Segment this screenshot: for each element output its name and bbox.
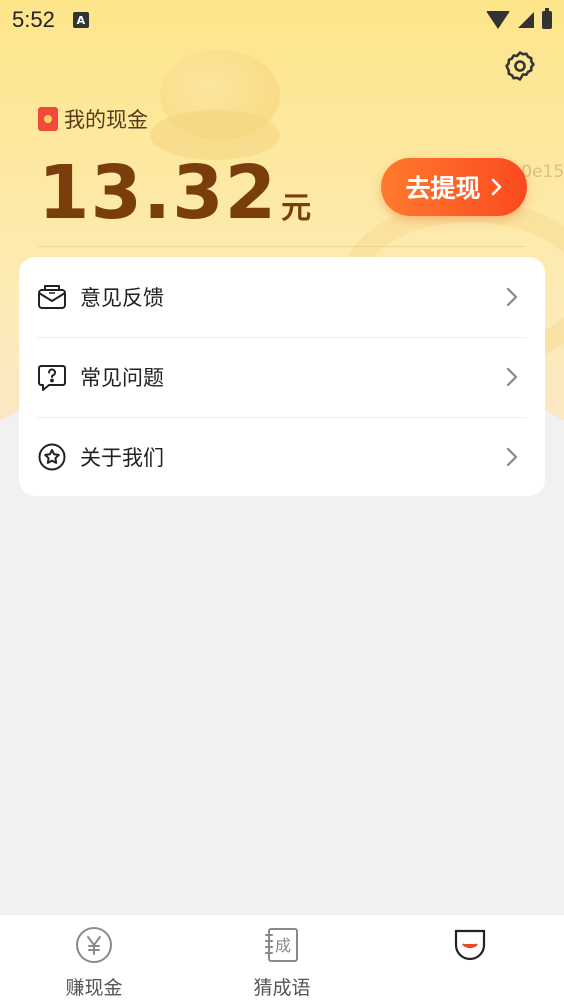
menu-item-faq[interactable]: 常见问题	[19, 337, 545, 417]
notification-icon: A	[72, 12, 89, 28]
cash-amount: 13.32	[38, 150, 278, 236]
idiom-book-icon: 成	[265, 928, 298, 962]
nav-label: 赚现金	[65, 977, 123, 999]
status-bar: 5:52 A	[0, 0, 564, 40]
yen-coin-icon	[76, 927, 112, 963]
gear-icon	[505, 51, 535, 81]
bottom-nav: 赚现金 成 猜成语	[0, 914, 564, 1004]
menu-card: 意见反馈 常见问题 关于我们	[19, 257, 545, 496]
nav-label: 猜成语	[253, 977, 311, 999]
withdraw-label: 去提现	[405, 174, 481, 203]
svg-text:成: 成	[275, 936, 291, 955]
settings-button[interactable]	[500, 46, 540, 86]
cash-unit: 元	[281, 191, 312, 226]
tab-profile[interactable]	[376, 915, 564, 1004]
red-packet-icon	[38, 107, 58, 131]
screen: 5:52 A 我的现金 13.32 元 1a0e15 去提现 意见反馈 常见问题…	[0, 0, 564, 1004]
menu-item-label: 意见反馈	[80, 286, 164, 310]
cash-amount-row: 13.32 元	[38, 150, 311, 236]
menu-item-label: 关于我们	[80, 446, 164, 470]
star-circle-icon	[37, 442, 67, 472]
chevron-right-icon	[491, 178, 501, 196]
menu-item-feedback[interactable]: 意见反馈	[19, 257, 545, 337]
chevron-right-icon	[506, 287, 518, 307]
hero-divider	[38, 246, 526, 247]
withdraw-button[interactable]: 去提现	[381, 158, 527, 216]
tab-earn-cash[interactable]: 赚现金	[0, 915, 188, 1004]
cash-label-row: 我的现金	[38, 104, 148, 134]
tab-guess-idiom[interactable]: 成 猜成语	[188, 915, 376, 1004]
status-indicators	[486, 8, 552, 29]
menu-item-about[interactable]: 关于我们	[19, 417, 545, 497]
menu-item-label: 常见问题	[80, 366, 164, 390]
status-time: 5:52	[12, 7, 55, 32]
chevron-right-icon	[506, 367, 518, 387]
profile-drop-icon	[454, 929, 486, 961]
chevron-right-icon	[506, 447, 518, 467]
signal-icon	[518, 12, 534, 28]
battery-icon	[542, 8, 552, 29]
question-chat-icon	[37, 362, 67, 392]
feedback-mail-icon	[37, 282, 67, 312]
cash-label: 我的现金	[64, 108, 148, 132]
wifi-icon	[486, 11, 510, 29]
